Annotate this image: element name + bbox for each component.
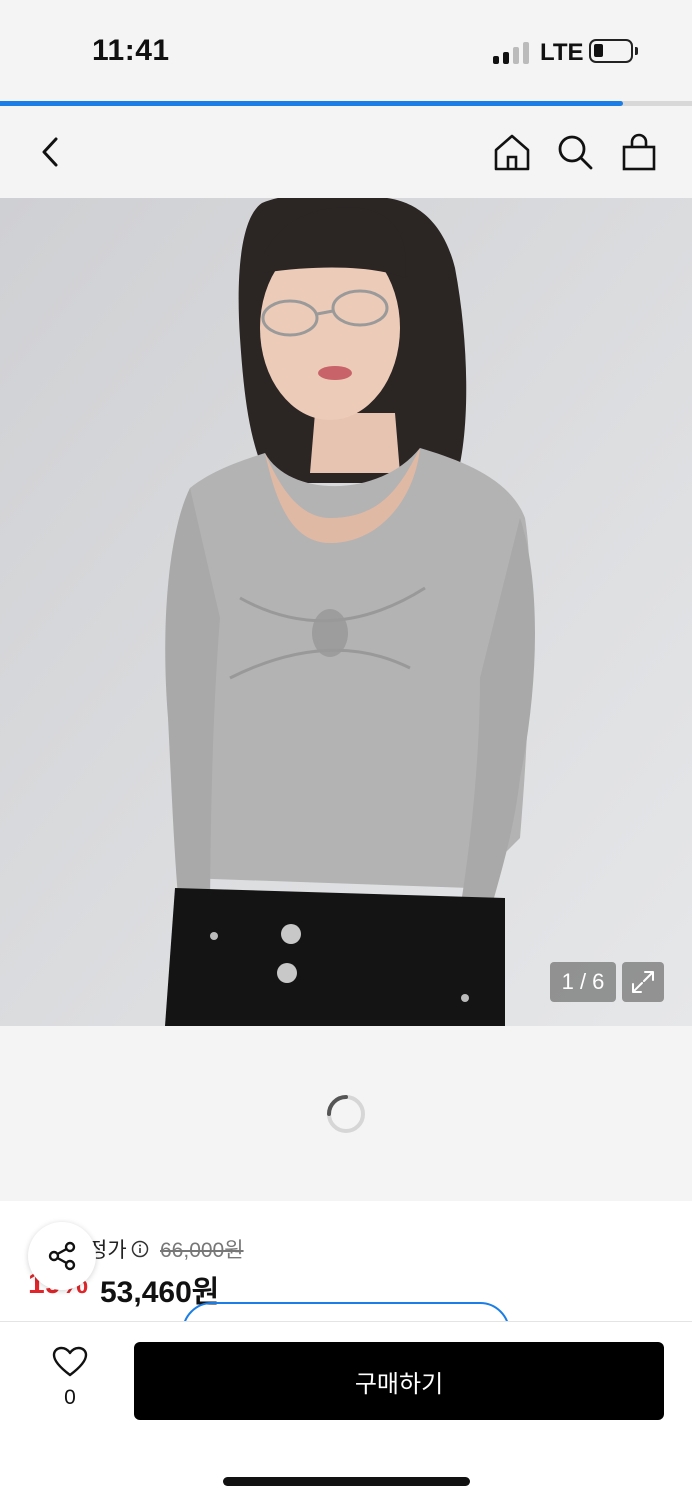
loading-spinner-icon (327, 1095, 365, 1133)
nav-bar (0, 106, 692, 198)
expand-icon (632, 971, 654, 993)
bottom-action-bar: 0 구매하기 (0, 1321, 692, 1500)
share-icon (48, 1241, 76, 1271)
back-button[interactable] (26, 128, 74, 176)
coupon-button[interactable] (182, 1302, 510, 1321)
original-price: 66,000원 (160, 1239, 244, 1262)
heart-icon (52, 1346, 88, 1377)
like-count: 0 (64, 1386, 76, 1409)
network-type: LTE (540, 39, 584, 66)
content-loading-area (0, 1026, 692, 1201)
home-indicator (223, 1477, 470, 1486)
product-info: 정가 66,000원 19% 53,460원 (0, 1201, 692, 1321)
status-time: 11:41 (92, 34, 170, 67)
search-button[interactable] (551, 128, 599, 176)
product-photo (0, 198, 692, 1026)
cart-button[interactable] (615, 128, 663, 176)
info-icon[interactable] (131, 1240, 149, 1258)
shopping-bag-icon (622, 133, 656, 171)
battery-icon (589, 39, 638, 63)
buy-button[interactable]: 구매하기 (134, 1342, 664, 1420)
signal-icon (493, 42, 531, 64)
product-image[interactable] (0, 198, 692, 1026)
status-bar: 11:41 LTE (0, 0, 692, 100)
home-icon (494, 134, 530, 171)
share-button[interactable] (28, 1222, 96, 1290)
image-counter: 1 / 6 (550, 962, 616, 1002)
home-button[interactable] (488, 128, 536, 176)
expand-image-button[interactable] (622, 962, 664, 1002)
search-icon (558, 135, 593, 170)
like-button[interactable]: 0 (46, 1346, 94, 1416)
chevron-left-icon (42, 137, 58, 167)
